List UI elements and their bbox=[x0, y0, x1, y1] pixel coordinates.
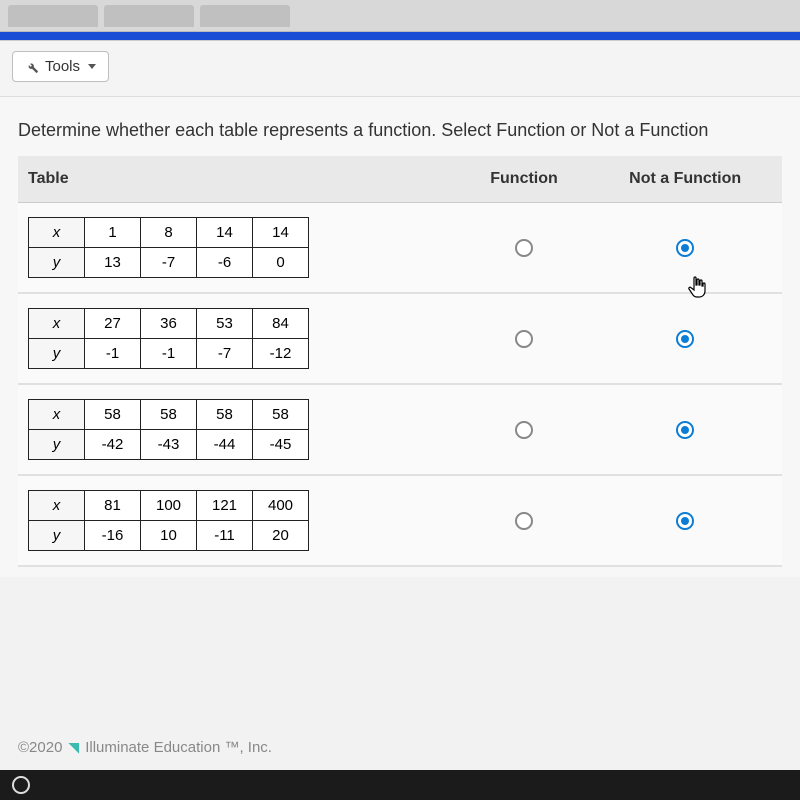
not-function-option-cell bbox=[588, 384, 782, 475]
x-value: 121 bbox=[197, 491, 253, 521]
brand-icon: ◥ bbox=[68, 739, 79, 756]
radio-not-function[interactable] bbox=[676, 421, 694, 439]
brand-name: Illuminate Education ™, Inc. bbox=[85, 739, 272, 756]
y-value: -6 bbox=[197, 248, 253, 278]
answer-row: x58585858y-42-43-44-45 bbox=[18, 384, 782, 475]
y-value: -16 bbox=[85, 521, 141, 551]
y-label: y bbox=[29, 521, 85, 551]
toolbar: Tools bbox=[0, 41, 800, 97]
answer-row: x181414y13-7-60 bbox=[18, 203, 782, 294]
x-value: 58 bbox=[85, 400, 141, 430]
xy-table: x181414y13-7-60 bbox=[28, 217, 309, 278]
x-value: 81 bbox=[85, 491, 141, 521]
radio-function[interactable] bbox=[515, 330, 533, 348]
x-value: 1 bbox=[85, 218, 141, 248]
x-value: 100 bbox=[141, 491, 197, 521]
window-tab-strip bbox=[0, 0, 800, 32]
wrench-icon bbox=[25, 60, 39, 74]
y-value: -12 bbox=[253, 339, 309, 369]
xy-table: x58585858y-42-43-44-45 bbox=[28, 399, 309, 460]
x-label: x bbox=[29, 400, 85, 430]
y-value: 0 bbox=[253, 248, 309, 278]
tools-label: Tools bbox=[45, 58, 80, 75]
function-option-cell bbox=[460, 475, 588, 566]
x-value: 84 bbox=[253, 309, 309, 339]
radio-not-function[interactable] bbox=[676, 330, 694, 348]
x-label: x bbox=[29, 218, 85, 248]
y-label: y bbox=[29, 430, 85, 460]
xy-table: x81100121400 y-1610-1120 bbox=[28, 490, 309, 551]
x-value: 400 bbox=[253, 491, 309, 521]
y-value: -44 bbox=[197, 430, 253, 460]
xy-table: x27365384y-1-1-7-12 bbox=[28, 308, 309, 369]
answer-row: x81100121400 y-1610-1120 bbox=[18, 475, 782, 566]
copyright-footer: ©2020 ◥ Illuminate Education ™, Inc. bbox=[18, 739, 272, 756]
col-header-table: Table bbox=[18, 156, 460, 203]
x-value: 8 bbox=[141, 218, 197, 248]
x-value: 36 bbox=[141, 309, 197, 339]
data-table-cell: x81100121400 y-1610-1120 bbox=[18, 475, 460, 566]
answer-row: x27365384y-1-1-7-12 bbox=[18, 293, 782, 384]
not-function-option-cell bbox=[588, 293, 782, 384]
content-area: Tools Determine whether each table repre… bbox=[0, 40, 800, 800]
col-header-function: Function bbox=[460, 156, 588, 203]
y-value: -7 bbox=[197, 339, 253, 369]
y-label: y bbox=[29, 339, 85, 369]
not-function-option-cell bbox=[588, 203, 782, 294]
x-value: 58 bbox=[253, 400, 309, 430]
function-option-cell bbox=[460, 384, 588, 475]
x-value: 58 bbox=[141, 400, 197, 430]
copyright-year: ©2020 bbox=[18, 739, 62, 756]
y-value: -1 bbox=[141, 339, 197, 369]
radio-function[interactable] bbox=[515, 421, 533, 439]
x-label: x bbox=[29, 491, 85, 521]
tools-dropdown[interactable]: Tools bbox=[12, 51, 109, 82]
function-option-cell bbox=[460, 203, 588, 294]
x-value: 14 bbox=[253, 218, 309, 248]
radio-not-function[interactable] bbox=[676, 512, 694, 530]
answer-grid: Table Function Not a Function x181414y13… bbox=[18, 156, 782, 567]
y-value: -45 bbox=[253, 430, 309, 460]
y-value: 20 bbox=[253, 521, 309, 551]
y-label: y bbox=[29, 248, 85, 278]
browser-tab[interactable] bbox=[104, 5, 194, 27]
y-value: -1 bbox=[85, 339, 141, 369]
y-value: -7 bbox=[141, 248, 197, 278]
radio-function[interactable] bbox=[515, 239, 533, 257]
chevron-down-icon bbox=[88, 64, 96, 69]
question-panel: Determine whether each table represents … bbox=[0, 97, 800, 577]
os-taskbar bbox=[0, 770, 800, 800]
radio-function[interactable] bbox=[515, 512, 533, 530]
browser-tab[interactable] bbox=[200, 5, 290, 27]
accent-bar bbox=[0, 32, 800, 40]
x-value: 53 bbox=[197, 309, 253, 339]
y-value: 13 bbox=[85, 248, 141, 278]
x-value: 27 bbox=[85, 309, 141, 339]
data-table-cell: x27365384y-1-1-7-12 bbox=[18, 293, 460, 384]
browser-tab[interactable] bbox=[8, 5, 98, 27]
y-value: 10 bbox=[141, 521, 197, 551]
x-label: x bbox=[29, 309, 85, 339]
start-button-icon[interactable] bbox=[12, 776, 30, 794]
col-header-not-function: Not a Function bbox=[588, 156, 782, 203]
data-table-cell: x181414y13-7-60 bbox=[18, 203, 460, 294]
x-value: 14 bbox=[197, 218, 253, 248]
radio-not-function[interactable] bbox=[676, 239, 694, 257]
data-table-cell: x58585858y-42-43-44-45 bbox=[18, 384, 460, 475]
y-value: -11 bbox=[197, 521, 253, 551]
function-option-cell bbox=[460, 293, 588, 384]
y-value: -43 bbox=[141, 430, 197, 460]
not-function-option-cell bbox=[588, 475, 782, 566]
y-value: -42 bbox=[85, 430, 141, 460]
question-prompt: Determine whether each table represents … bbox=[18, 119, 782, 142]
x-value: 58 bbox=[197, 400, 253, 430]
